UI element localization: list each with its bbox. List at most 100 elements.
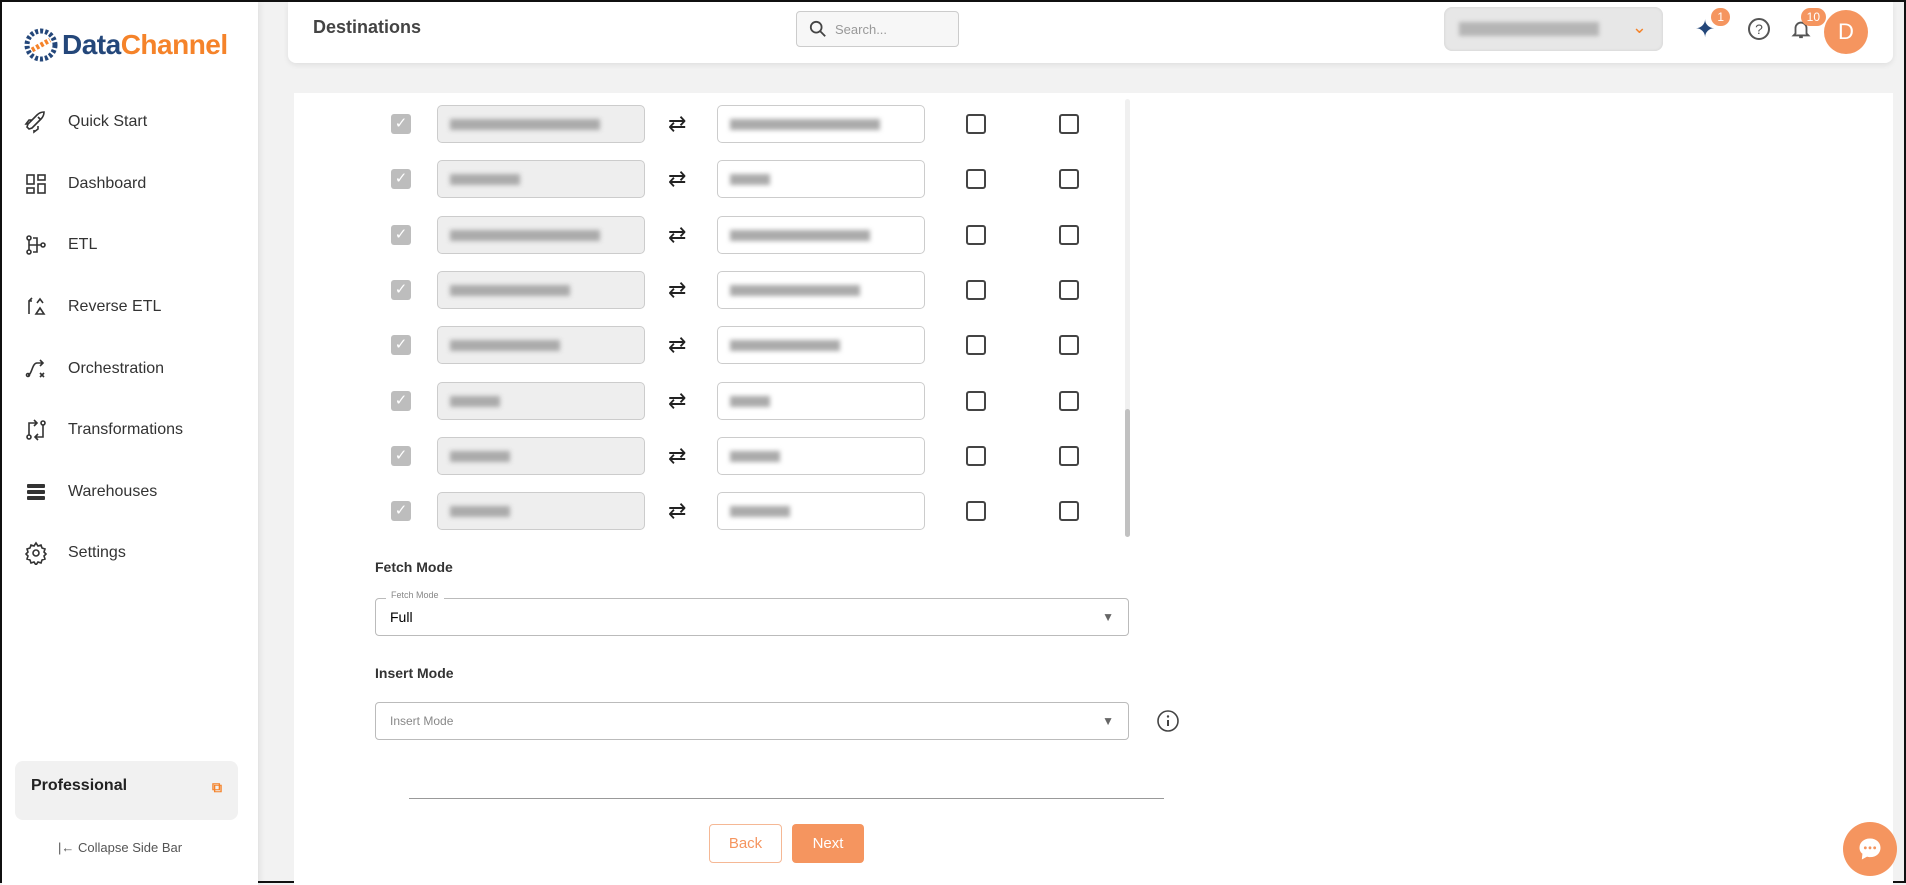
include-checkbox[interactable]: ✓ [391,224,411,245]
caret-down-icon: ▼ [1102,714,1114,728]
swap-arrows-icon: ⇄ [668,387,687,413]
label: Transformations [68,421,183,438]
sidebar-item-transformations[interactable]: Transformations [24,418,183,442]
gear-icon [24,541,48,565]
fetch-mode-select[interactable]: Fetch Mode Full ▼ [375,590,1129,636]
ai-sparkle-button[interactable]: ✦ 1 [1692,8,1730,43]
option-checkbox-2[interactable] [1059,390,1079,411]
sidebar-item-settings[interactable]: Settings [24,541,126,565]
logo[interactable]: Data Channel [24,28,228,62]
option-checkbox-2[interactable] [1059,501,1079,522]
include-checkbox[interactable]: ✓ [391,445,411,466]
include-checkbox[interactable]: ✓ [391,501,411,522]
insert-mode-select[interactable]: Insert Mode ▼ [375,702,1129,740]
redacted-text [450,284,570,296]
option-checkbox-2[interactable] [1059,224,1079,245]
include-checkbox[interactable]: ✓ [391,335,411,356]
sidebar: Data Channel Quick Start Dashboard ETL Re… [2,2,258,885]
help-button[interactable]: ? [1746,16,1772,42]
label: Settings [68,544,126,561]
source-field [437,215,645,254]
avatar[interactable]: D [1824,10,1868,54]
option-checkbox-2[interactable] [1059,114,1079,134]
option-checkbox-1[interactable] [966,390,986,411]
mapping-row: ✓ ⇄ [294,492,1194,531]
collapse-sidebar-button[interactable]: |← Collapse Side Bar [58,840,182,855]
source-field [437,326,645,365]
option-checkbox-2[interactable] [1059,279,1079,300]
option-checkbox-1[interactable] [966,169,986,190]
info-icon[interactable] [1156,709,1180,733]
include-checkbox[interactable]: ✓ [391,114,411,134]
label: Warehouses [68,483,158,500]
search-input[interactable]: Search... [796,11,959,47]
sidebar-item-reverse-etl[interactable]: Reverse ETL [24,295,161,319]
destination-field-input[interactable] [717,381,925,420]
redacted-text [730,506,790,518]
redacted-text [730,340,840,352]
sidebar-item-etl[interactable]: ETL [24,233,97,257]
workspace-select[interactable]: ⌄ [1444,7,1663,51]
brand-part2: Channel [120,29,228,60]
sidebar-item-warehouses[interactable]: Warehouses [24,480,157,504]
mapping-row: ✓ ⇄ [294,160,1194,199]
mapping-row: ✓ ⇄ [294,215,1194,254]
search-placeholder: Search... [835,21,888,37]
caret-down-icon: ▼ [1102,610,1114,624]
destination-field-input[interactable] [717,270,925,309]
destination-field-input[interactable] [717,492,925,531]
destination-field-input[interactable] [717,215,925,254]
redacted-text [730,174,770,186]
include-checkbox[interactable]: ✓ [391,169,411,190]
scrollbar-thumb[interactable] [1125,409,1130,537]
option-checkbox-1[interactable] [966,501,986,522]
transformations-icon [26,419,46,441]
top-header: Destinations Search... ⌄ ✦ 1 ? 10 D [288,2,1893,63]
redacted-text [730,450,780,462]
option-checkbox-2[interactable] [1059,335,1079,356]
insert-mode-placeholder: Insert Mode [390,714,454,728]
chat-button[interactable] [1843,822,1897,876]
dashboard-icon [26,174,46,194]
mapping-row: ✓ ⇄ [294,381,1194,420]
external-link-icon[interactable]: ⧉ [212,779,222,796]
sidebar-item-quick-start[interactable]: Quick Start [24,110,147,134]
label: Quick Start [68,113,148,130]
option-checkbox-1[interactable] [966,335,986,356]
source-field [437,492,645,531]
notifications-button[interactable]: 10 [1788,8,1826,42]
include-checkbox[interactable]: ✓ [391,279,411,300]
next-button[interactable]: Next [792,824,864,863]
redacted-text [450,229,600,241]
option-checkbox-1[interactable] [966,224,986,245]
divider [409,798,1164,799]
option-checkbox-2[interactable] [1059,445,1079,466]
swap-arrows-icon: ⇄ [668,442,687,468]
swap-arrows-icon: ⇄ [668,276,687,302]
redacted-text [450,506,510,518]
include-checkbox[interactable]: ✓ [391,390,411,411]
redacted-text [450,450,510,462]
mapping-scrollbar[interactable] [1125,99,1130,537]
option-checkbox-1[interactable] [966,114,986,134]
option-checkbox-1[interactable] [966,445,986,466]
source-field [437,381,645,420]
source-field [437,160,645,199]
search-icon [809,20,826,37]
notification-badge: 10 [1800,8,1826,26]
destination-field-input[interactable] [717,436,925,475]
back-button[interactable]: Back [709,824,782,863]
source-field [437,436,645,475]
destination-field-input[interactable] [717,326,925,365]
destination-field-input[interactable] [717,105,925,143]
option-checkbox-1[interactable] [966,279,986,300]
fetch-mode-legend: Fetch Mode [386,590,444,600]
workspace-name-redacted [1459,22,1599,36]
plan-card[interactable]: Professional ⧉ [15,761,238,820]
rocket-icon [24,111,45,134]
option-checkbox-2[interactable] [1059,169,1079,190]
plan-label: Professional [31,777,128,794]
destination-field-input[interactable] [717,160,925,199]
sidebar-item-dashboard[interactable]: Dashboard [24,172,146,196]
sidebar-item-orchestration[interactable]: Orchestration [24,357,164,381]
